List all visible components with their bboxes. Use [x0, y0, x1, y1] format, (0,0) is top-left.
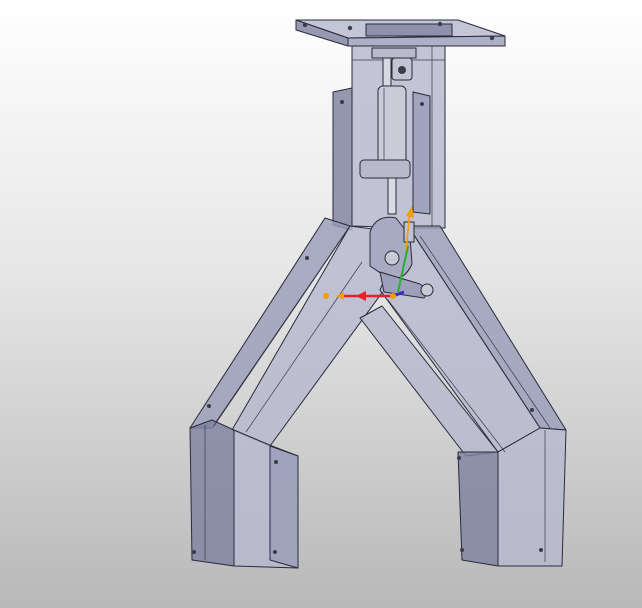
triad-origin — [390, 293, 396, 299]
left-leg[interactable] — [189, 217, 385, 569]
column-bolt-hole — [420, 102, 424, 106]
cad-3d-viewport[interactable] — [0, 0, 642, 608]
triad-handle — [323, 293, 329, 299]
column-bolt-hole — [340, 100, 344, 104]
plate-bolt-hole — [489, 35, 495, 41]
leg-bolt-hole — [460, 548, 464, 552]
leg-bolt-hole — [273, 550, 277, 554]
plate-bolt-hole — [302, 22, 308, 28]
top-mounting-plate[interactable] — [295, 19, 506, 47]
clevis-pin — [398, 66, 406, 74]
leg-bolt-hole — [192, 550, 196, 554]
plate-bolt-hole — [437, 21, 443, 27]
plate-bolt-hole — [347, 25, 353, 31]
assembly-model[interactable] — [0, 0, 642, 608]
leg-bolt-hole — [305, 256, 309, 260]
leg-bolt-hole — [274, 460, 278, 464]
leg-bolt-hole — [530, 408, 534, 412]
leg-bolt-hole — [539, 548, 543, 552]
leg-bolt-hole — [457, 456, 461, 460]
leg-bolt-hole — [207, 404, 211, 408]
